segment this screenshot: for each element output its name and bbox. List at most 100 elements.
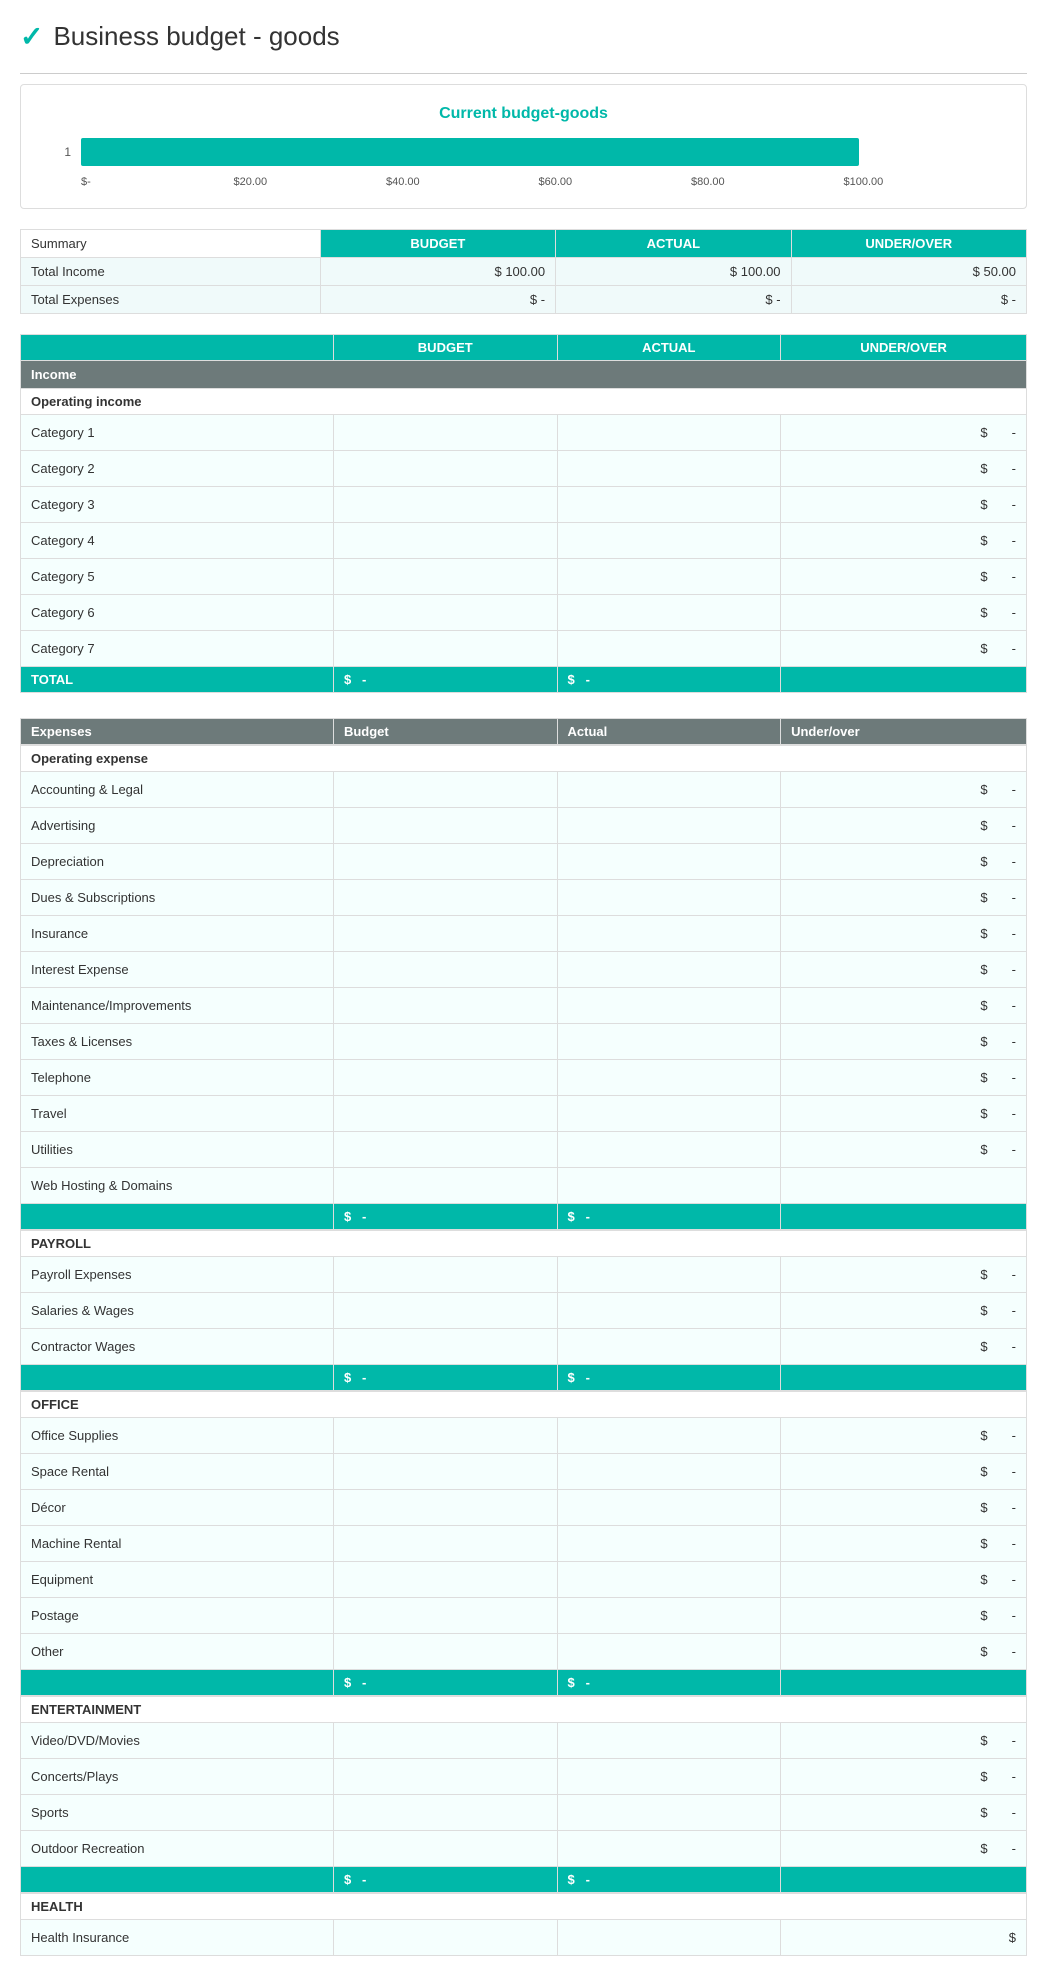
income-cat-6-budget[interactable]	[333, 595, 557, 631]
exp-payroll-expenses-actual-input[interactable]	[568, 1262, 771, 1287]
exp-acct-legal-actual-input[interactable]	[568, 777, 771, 802]
exp-contractor-wages-budget-input[interactable]	[344, 1334, 547, 1359]
income-cat-row-2: Category 2 $-	[21, 451, 1027, 487]
income-cat-3-actual[interactable]	[557, 487, 781, 523]
exp-depreciation-budget-input[interactable]	[344, 849, 547, 874]
exp-payroll-expenses-budget-input[interactable]	[344, 1262, 547, 1287]
income-cat-5-budget-input[interactable]	[344, 564, 547, 589]
exp-health-insurance-budget-input[interactable]	[344, 1925, 547, 1950]
exp-postage-budget-input[interactable]	[344, 1603, 547, 1628]
exp-insurance-actual-input[interactable]	[568, 921, 771, 946]
income-cat-1-actual[interactable]	[557, 415, 781, 451]
exp-outdoor-recreation-budget-input[interactable]	[344, 1836, 547, 1861]
expenses-header-row: Expenses Budget Actual Under/over	[21, 719, 1027, 746]
income-cat-4-budget-input[interactable]	[344, 528, 547, 553]
exp-concerts-plays-actual-input[interactable]	[568, 1764, 771, 1789]
exp-office-supplies-actual-input[interactable]	[568, 1423, 771, 1448]
exp-taxes-licenses-budget-input[interactable]	[344, 1029, 547, 1054]
income-cat-7-under: $-	[781, 631, 1027, 667]
exp-office-supplies-budget-input[interactable]	[344, 1423, 547, 1448]
exp-telephone-actual-input[interactable]	[568, 1065, 771, 1090]
summary-expenses-under: $ -	[791, 286, 1026, 314]
income-section-header: Income	[21, 361, 1027, 389]
exp-equipment-actual-input[interactable]	[568, 1567, 771, 1592]
exp-dues-subs-budget-input[interactable]	[344, 885, 547, 910]
summary-income-under: $ 50.00	[791, 258, 1026, 286]
exp-video-dvd-budget-input[interactable]	[344, 1728, 547, 1753]
exp-salaries-wages-budget-input[interactable]	[344, 1298, 547, 1323]
exp-machine-rental-actual-input[interactable]	[568, 1531, 771, 1556]
exp-space-rental-actual-input[interactable]	[568, 1459, 771, 1484]
exp-other-budget-input[interactable]	[344, 1639, 547, 1664]
exp-utilities-budget-input[interactable]	[344, 1137, 547, 1162]
exp-travel-actual-input[interactable]	[568, 1101, 771, 1126]
income-cat-6-under: $-	[781, 595, 1027, 631]
exp-depreciation-actual-input[interactable]	[568, 849, 771, 874]
exp-contractor-wages-label: Contractor Wages	[21, 1329, 334, 1365]
income-cat-7-actual[interactable]	[557, 631, 781, 667]
income-cat-2-budget-input[interactable]	[344, 456, 547, 481]
exp-acct-legal-budget-input[interactable]	[344, 777, 547, 802]
exp-contractor-wages-actual-input[interactable]	[568, 1334, 771, 1359]
exp-other-actual-input[interactable]	[568, 1639, 771, 1664]
exp-space-rental-budget-input[interactable]	[344, 1459, 547, 1484]
income-cat-4-actual-input[interactable]	[568, 528, 771, 553]
income-cat-2-actual-input[interactable]	[568, 456, 771, 481]
exp-sports-actual-input[interactable]	[568, 1800, 771, 1825]
exp-equipment-budget-input[interactable]	[344, 1567, 547, 1592]
exp-machine-rental-budget-input[interactable]	[344, 1531, 547, 1556]
exp-salaries-wages-actual-input[interactable]	[568, 1298, 771, 1323]
income-total-budget: $ -	[333, 667, 557, 693]
income-cat-6-label: Category 6	[21, 595, 334, 631]
income-cat-1-budget[interactable]	[333, 415, 557, 451]
income-cat-1-actual-input[interactable]	[568, 420, 771, 445]
income-cat-7-budget-input[interactable]	[344, 636, 547, 661]
exp-taxes-licenses-actual-input[interactable]	[568, 1029, 771, 1054]
chart-axis-label-1: $20.00	[234, 176, 387, 188]
exp-concerts-plays-budget-input[interactable]	[344, 1764, 547, 1789]
exp-interest-budget-input[interactable]	[344, 957, 547, 982]
income-cat-5-actual[interactable]	[557, 559, 781, 595]
operating-subtotal: $ - $ -	[21, 1204, 1027, 1231]
exp-advertising-actual-input[interactable]	[568, 813, 771, 838]
income-cat-6-budget-input[interactable]	[344, 600, 547, 625]
exp-web-hosting-budget-input[interactable]	[344, 1173, 547, 1198]
exp-interest-actual-input[interactable]	[568, 957, 771, 982]
exp-machine-rental: Machine Rental $-	[21, 1526, 1027, 1562]
income-cat-2-budget[interactable]	[333, 451, 557, 487]
exp-advertising-budget-input[interactable]	[344, 813, 547, 838]
income-cat-6-actual-input[interactable]	[568, 600, 771, 625]
income-cat-4-actual[interactable]	[557, 523, 781, 559]
income-cat-3-budget[interactable]	[333, 487, 557, 523]
exp-outdoor-recreation-actual-input[interactable]	[568, 1836, 771, 1861]
income-cat-5-budget[interactable]	[333, 559, 557, 595]
income-cat-row-3: Category 3 $-	[21, 487, 1027, 523]
exp-travel-budget-input[interactable]	[344, 1101, 547, 1126]
income-cat-3-budget-input[interactable]	[344, 492, 547, 517]
exp-decor-actual-input[interactable]	[568, 1495, 771, 1520]
income-cat-7-budget[interactable]	[333, 631, 557, 667]
exp-telephone-budget-input[interactable]	[344, 1065, 547, 1090]
expenses-actual-header: Actual	[557, 719, 781, 746]
income-cat-1-budget-input[interactable]	[344, 420, 547, 445]
income-cat-5-actual-input[interactable]	[568, 564, 771, 589]
income-cat-2-actual[interactable]	[557, 451, 781, 487]
exp-maintenance-actual-input[interactable]	[568, 993, 771, 1018]
summary-income-actual: $ 100.00	[556, 258, 791, 286]
office-label: OFFICE	[21, 1391, 1027, 1418]
exp-insurance-budget-input[interactable]	[344, 921, 547, 946]
exp-decor-budget-input[interactable]	[344, 1495, 547, 1520]
exp-web-hosting-actual-input[interactable]	[568, 1173, 771, 1198]
exp-video-dvd-actual-input[interactable]	[568, 1728, 771, 1753]
exp-maintenance-budget-input[interactable]	[344, 993, 547, 1018]
income-cat-6-actual[interactable]	[557, 595, 781, 631]
exp-health-insurance-actual-input[interactable]	[568, 1925, 771, 1950]
income-cat-7-actual-input[interactable]	[568, 636, 771, 661]
chart-axis-label-2: $40.00	[386, 176, 539, 188]
exp-utilities-actual-input[interactable]	[568, 1137, 771, 1162]
exp-dues-subs-actual-input[interactable]	[568, 885, 771, 910]
exp-sports-budget-input[interactable]	[344, 1800, 547, 1825]
exp-postage-actual-input[interactable]	[568, 1603, 771, 1628]
income-cat-3-actual-input[interactable]	[568, 492, 771, 517]
income-cat-4-budget[interactable]	[333, 523, 557, 559]
